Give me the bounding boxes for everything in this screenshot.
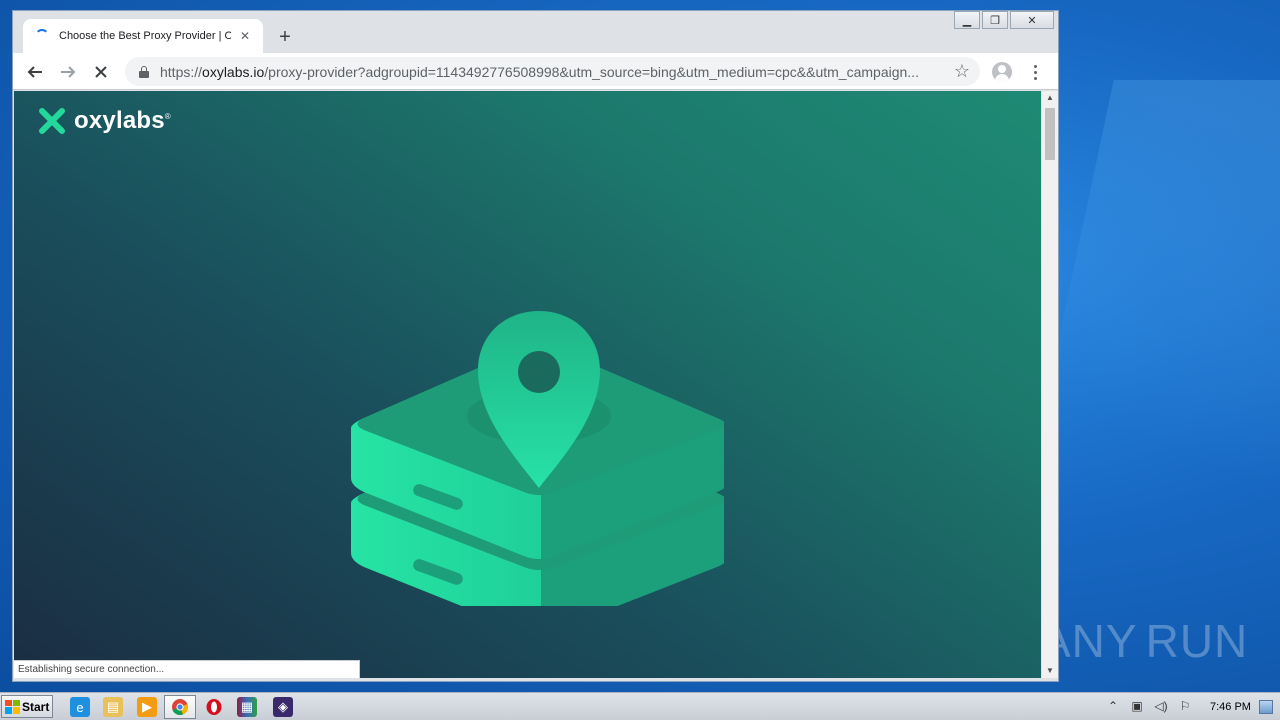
system-tray: ⌃ ▣ ◁) ⚐ 7:46 PM [1104,693,1280,720]
scroll-down-arrow-icon[interactable]: ▼ [1042,664,1058,678]
stop-loading-button[interactable] [89,60,113,84]
vertical-scrollbar[interactable]: ▲ ▼ [1042,91,1058,678]
scroll-up-arrow-icon[interactable]: ▲ [1042,91,1058,105]
browser-window: ▁ ❐ ✕ Choose the Best Proxy Provider | O… [12,10,1059,682]
browser-tab[interactable]: Choose the Best Proxy Provider | Ox ✕ [23,19,263,53]
winrar-icon[interactable]: ▦ [237,697,257,717]
anyrun-watermark: ANY RUN [1040,606,1247,676]
stop-x-icon [95,66,107,78]
clock[interactable]: 7:46 PM [1210,701,1251,713]
lock-icon [139,65,149,78]
windows-flag-icon [5,699,20,714]
watermark-text-right: RUN [1145,615,1249,667]
opera-icon[interactable] [204,697,224,717]
app-icon[interactable]: ◈ [273,697,293,717]
taskbar: Start e ▤ ▶ ▦ ◈ ⌃ ▣ ◁) ⚐ 7:46 PM [0,692,1280,720]
show-hidden-icons-icon[interactable]: ⌃ [1104,699,1122,715]
back-arrow-icon [27,66,42,78]
oxylabs-logo[interactable]: oxylabs® [38,107,171,135]
server-location-illustration [351,311,724,606]
bookmark-star-icon[interactable]: ☆ [954,61,970,82]
media-player-icon[interactable]: ▶ [137,697,157,717]
start-button[interactable]: Start [1,695,53,718]
oxylabs-x-logo-icon [39,108,65,134]
tab-close-button[interactable]: ✕ [237,29,253,43]
address-bar[interactable]: https://oxylabs.io/proxy-provider?adgrou… [125,57,980,86]
network-icon[interactable]: ▣ [1128,699,1146,715]
scroll-thumb[interactable] [1045,108,1055,160]
tab-title: Choose the Best Proxy Provider | Ox [59,30,231,42]
loading-spinner-icon [35,29,49,43]
page-viewport: oxylabs® Establishing secure connection.… [14,91,1041,678]
back-button[interactable] [23,60,47,84]
chrome-icon[interactable] [170,697,190,717]
show-desktop-button[interactable] [1258,699,1273,714]
status-bubble: Establishing secure connection... [14,660,360,678]
action-center-flag-icon[interactable]: ⚐ [1176,699,1194,715]
start-label: Start [22,699,50,714]
logo-text: oxylabs® [74,107,171,134]
tab-strip: Choose the Best Proxy Provider | Ox ✕ + [13,11,1058,53]
ie-icon[interactable]: e [70,697,90,717]
url-text: https://oxylabs.io/proxy-provider?adgrou… [160,63,919,80]
forward-arrow-icon [61,66,76,78]
volume-icon[interactable]: ◁) [1152,699,1170,715]
forward-button[interactable] [56,60,80,84]
explorer-icon[interactable]: ▤ [103,697,123,717]
browser-toolbar: https://oxylabs.io/proxy-provider?adgrou… [13,53,1058,90]
new-tab-button[interactable]: + [275,27,295,47]
browser-menu-button[interactable] [1027,61,1043,83]
profile-avatar-icon[interactable] [992,62,1012,82]
